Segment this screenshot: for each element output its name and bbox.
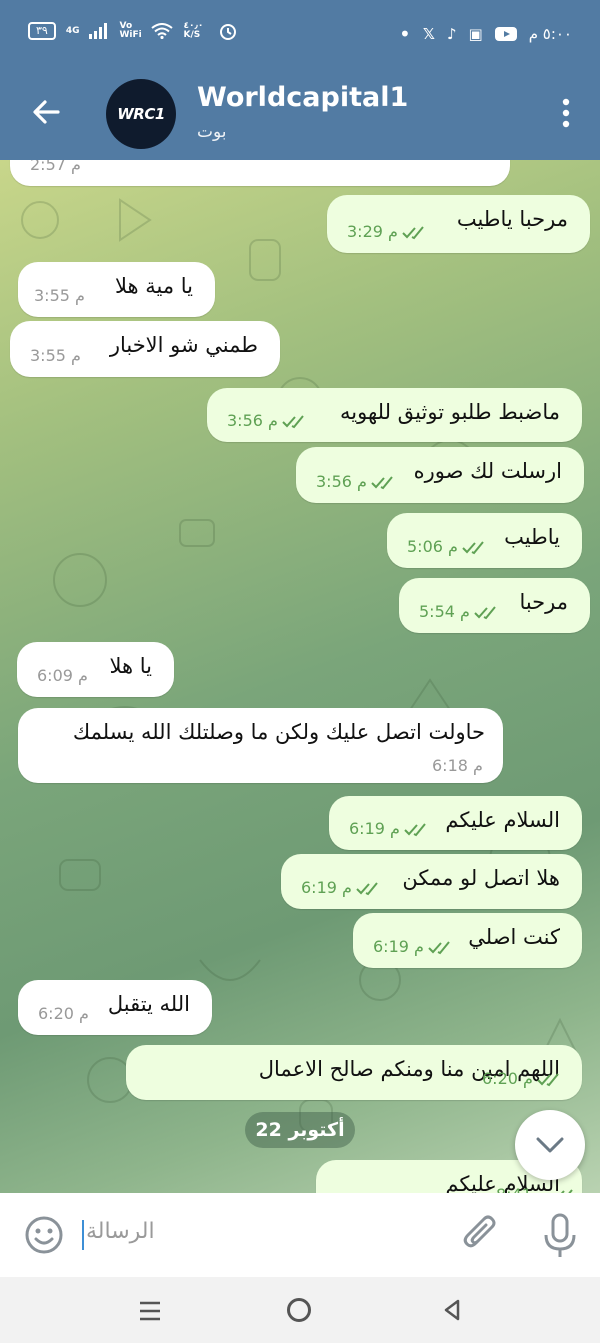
avatar[interactable]: WRC1	[106, 79, 176, 149]
message-time: 3:29 م	[347, 222, 428, 241]
double-check-icon	[474, 605, 496, 619]
message-time: 6:19 م	[301, 878, 382, 897]
wifi-icon	[151, 23, 174, 39]
message-bubble-outgoing[interactable]: هلا اتصل لو ممكن 6:19 م	[281, 854, 582, 909]
more-vert-icon[interactable]	[562, 98, 570, 128]
message-time: 6:20 م	[482, 1069, 563, 1088]
message-bubble-outgoing[interactable]: ياطيب 5:06 م	[387, 513, 582, 568]
clock: ٥:٠٠ م	[528, 25, 572, 43]
message-text: الله يتقبل	[107, 992, 190, 1016]
home-icon[interactable]	[287, 1298, 311, 1322]
chat-header: WRC1 Worldcapital1 بوت	[0, 64, 600, 160]
double-check-icon	[402, 225, 424, 239]
message-text: ياطيب	[504, 525, 560, 549]
double-check-icon	[462, 540, 484, 554]
message-text: هلا اتصل لو ممكن	[402, 866, 560, 890]
message-text: طمني شو الاخبار	[109, 333, 258, 357]
date-separator: 22 أكتوبر	[245, 1112, 355, 1148]
alarm-icon	[220, 24, 237, 40]
message-time: 6:09 م	[37, 666, 88, 685]
message-bubble-incoming[interactable]: 2:57 م	[10, 160, 510, 186]
message-text: يا هلا	[109, 654, 152, 678]
chat-area[interactable]: 2:57 م مرحبا ياطيب 3:29 م يا مية هلا 3:5…	[0, 160, 600, 1193]
text-cursor	[82, 1220, 84, 1250]
message-bubble-outgoing[interactable]: مرحبا 5:54 م	[399, 578, 590, 633]
message-time: 3:56 م	[316, 472, 397, 491]
message-bubble-incoming[interactable]: الله يتقبل 6:20 م	[18, 980, 212, 1035]
message-time: 6:18 م	[432, 756, 483, 775]
back-arrow-icon[interactable]	[28, 94, 64, 130]
message-text: مرحبا ياطيب	[456, 207, 568, 231]
double-check-icon	[356, 881, 378, 895]
message-bubble-outgoing[interactable]: السلام عليكم 6:19 م	[329, 796, 582, 850]
status-bar: ٣٩ 4G Vo WiFi ٤٠٫٠ K/S • 𝕏 ♪ ▣ ٥:٠٠ م	[0, 0, 600, 64]
youtube-icon	[494, 27, 517, 41]
message-time: 5:06 م	[407, 537, 488, 556]
message-text: ماضبط طلبو توثيق للهويه	[340, 400, 560, 424]
message-bubble-incoming[interactable]: طمني شو الاخبار 3:55 م	[10, 321, 280, 377]
app-icon: ▣	[468, 25, 483, 43]
message-time: 5:54 م	[419, 602, 500, 621]
network-type: 4G	[65, 25, 80, 36]
mic-icon[interactable]	[542, 1213, 578, 1259]
message-time: 3:56 م	[227, 411, 308, 430]
message-bubble-incoming[interactable]: يا هلا 6:09 م	[17, 642, 174, 697]
message-time: 3:55 م	[34, 286, 85, 305]
battery-indicator: ٣٩	[28, 22, 56, 40]
attach-icon[interactable]	[460, 1213, 500, 1257]
double-check-icon	[371, 475, 393, 489]
message-time: 6:20 م	[38, 1004, 89, 1023]
message-text: يا مية هلا	[114, 274, 193, 298]
message-bubble-outgoing[interactable]: مرحبا ياطيب 3:29 م	[327, 195, 590, 253]
date-separator-label: 22 أكتوبر	[255, 1119, 345, 1141]
dot-icon: •	[399, 22, 411, 46]
message-input-bar: الرسالة	[0, 1193, 600, 1277]
avatar-logo-text: WRC1	[117, 105, 165, 123]
signal-icon	[89, 23, 108, 39]
x-icon: 𝕏	[422, 25, 435, 43]
system-nav-bar	[0, 1277, 600, 1343]
recent-apps-icon[interactable]	[138, 1299, 162, 1323]
message-text: مرحبا	[519, 590, 568, 614]
message-bubble-incoming[interactable]: يا مية هلا 3:55 م	[18, 262, 215, 317]
data-speed: ٤٠٫٠ K/S	[183, 21, 204, 40]
message-bubble-outgoing[interactable]: اللهم امين منا ومنكم صالح الاعمال 6:20 م	[126, 1045, 582, 1100]
message-input[interactable]: الرسالة	[86, 1219, 155, 1244]
emoji-icon[interactable]	[24, 1215, 64, 1255]
chat-title[interactable]: Worldcapital1	[197, 82, 408, 113]
double-check-icon	[428, 940, 450, 954]
chat-subtitle: بوت	[197, 122, 227, 142]
message-time: 6:19 م	[349, 819, 430, 838]
scroll-down-button[interactable]	[515, 1110, 585, 1180]
chevron-down-icon	[536, 1137, 564, 1153]
message-text: ارسلت لك صوره	[413, 459, 562, 483]
double-check-icon	[282, 414, 304, 428]
message-time: 8:41 م	[496, 1185, 577, 1193]
double-check-icon	[404, 822, 426, 836]
message-text: السلام عليكم	[445, 808, 560, 832]
message-time: 2:57 م	[30, 160, 81, 174]
message-bubble-outgoing[interactable]: ارسلت لك صوره 3:56 م	[296, 447, 584, 503]
message-time: 3:55 م	[30, 346, 81, 365]
message-time: 6:19 م	[373, 937, 454, 956]
message-bubble-incoming[interactable]: حاولت اتصل عليك ولكن ما وصلتلك الله يسلم…	[18, 708, 503, 783]
nav-back-icon[interactable]	[440, 1298, 464, 1322]
message-text: كنت اصلي	[468, 925, 560, 949]
message-bubble-outgoing[interactable]: كنت اصلي 6:19 م	[353, 913, 582, 968]
volte-label: Vo WiFi	[119, 21, 142, 40]
tiktok-icon: ♪	[446, 25, 457, 43]
message-text: حاولت اتصل عليك ولكن ما وصلتلك الله يسلم…	[72, 720, 485, 744]
double-check-icon	[537, 1072, 559, 1086]
message-bubble-outgoing[interactable]: ماضبط طلبو توثيق للهويه 3:56 م	[207, 388, 582, 442]
